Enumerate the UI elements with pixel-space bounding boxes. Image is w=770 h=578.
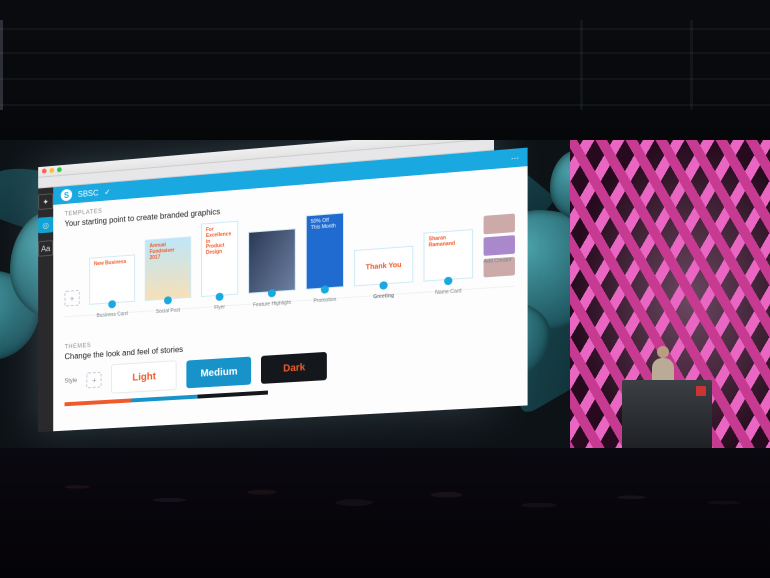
template-business-card[interactable]: New Business Business Card: [89, 254, 135, 304]
type-icon[interactable]: Aa: [38, 240, 53, 257]
theme-light[interactable]: Light: [111, 360, 177, 394]
projected-app-window: ✦ ◎ Aa S SBSC ✓ ⋯ TEMPLATES: [38, 140, 494, 430]
brand-name: SBSC: [78, 188, 99, 199]
ceiling-rigging: [0, 0, 770, 150]
template-promotion[interactable]: 50% Off This Month Promotion: [306, 212, 344, 289]
stage-led-wall: ✦ ◎ Aa S SBSC ✓ ⋯ TEMPLATES: [0, 140, 770, 460]
template-greeting[interactable]: Thank You Greeting: [354, 246, 413, 287]
template-feature-highlight[interactable]: Feature Highlight: [248, 228, 296, 294]
add-theme-button[interactable]: +: [87, 372, 102, 389]
verified-check-icon: ✓: [104, 187, 110, 196]
stage-podium: [622, 380, 712, 456]
share-button[interactable]: ⋯: [511, 153, 519, 163]
brand-logo-badge[interactable]: S: [61, 189, 72, 202]
add-template-button[interactable]: +: [65, 290, 80, 307]
app-left-rail: ✦ ◎ Aa: [38, 187, 53, 432]
template-flyer[interactable]: For Excellence in Product Design Flyer: [201, 221, 238, 297]
window-traffic-lights: [42, 167, 62, 174]
theme-medium[interactable]: Medium: [187, 357, 252, 389]
audience-silhouettes: [0, 448, 770, 578]
spark-icon[interactable]: ✦: [38, 193, 53, 210]
brand-icon[interactable]: ◎: [38, 217, 53, 234]
theme-row-label: Style: [65, 378, 78, 385]
keynote-photo: ✦ ◎ Aa S SBSC ✓ ⋯ TEMPLATES: [0, 0, 770, 578]
template-social-post[interactable]: Annual Fundraiser 2017 Social Post: [145, 236, 192, 301]
template-name-card[interactable]: Sharan Ramanand Name Card: [423, 229, 473, 282]
creator-avatars[interactable]: Add Creator: [484, 214, 515, 278]
theme-dark[interactable]: Dark: [261, 352, 327, 384]
